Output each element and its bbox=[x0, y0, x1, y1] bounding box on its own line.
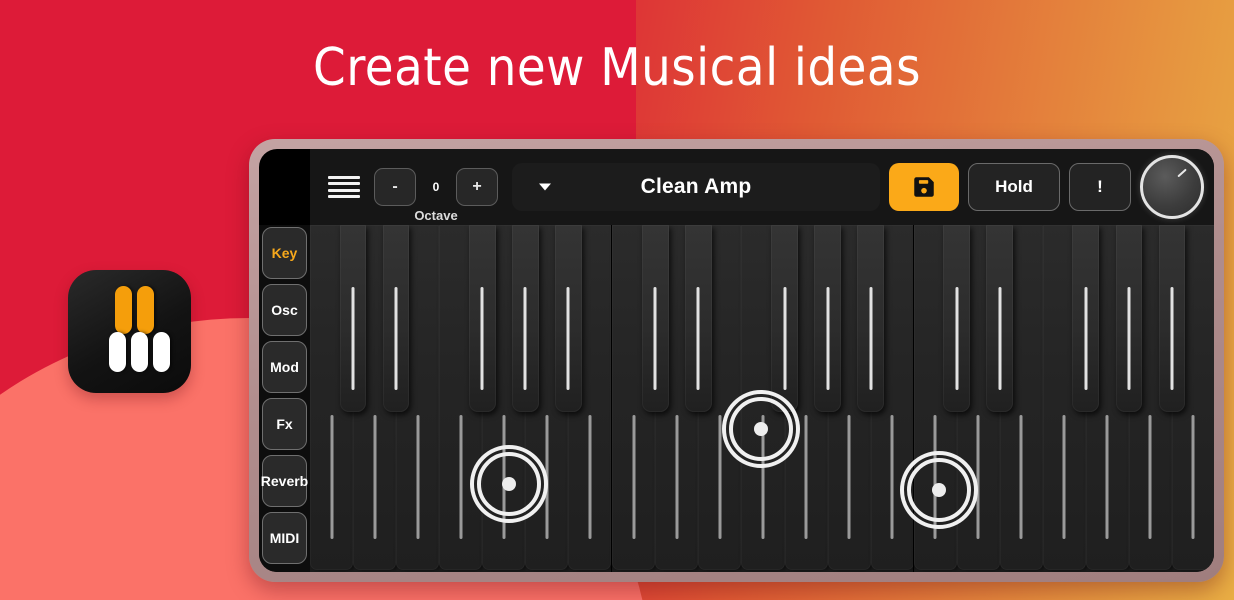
black-key[interactable] bbox=[382, 225, 410, 413]
section-sidebar: Key Osc Mod Fx Reverb MIDI bbox=[259, 225, 310, 572]
black-key[interactable] bbox=[1115, 225, 1143, 413]
save-button[interactable] bbox=[889, 163, 959, 211]
octave-decrement-button[interactable]: - bbox=[374, 168, 416, 206]
black-key[interactable] bbox=[1072, 225, 1100, 413]
key-line-marker bbox=[847, 414, 851, 539]
app-icon-orange-key-2 bbox=[137, 286, 154, 334]
sidebar-item-label: Mod bbox=[270, 359, 299, 375]
key-line-marker bbox=[1019, 414, 1023, 539]
key-line-marker bbox=[783, 286, 786, 390]
key-line-marker bbox=[545, 414, 549, 539]
promo-screenshot: Create new Musical ideas - 0 + Octave Cl… bbox=[0, 0, 1234, 600]
sidebar-item-reverb[interactable]: Reverb bbox=[260, 455, 309, 507]
sidebar-item-label: Osc bbox=[271, 302, 298, 318]
key-line-marker bbox=[588, 414, 592, 539]
key-line-marker bbox=[632, 414, 636, 539]
key-line-marker bbox=[761, 414, 765, 539]
key-line-marker bbox=[1170, 286, 1174, 390]
key-line-marker bbox=[373, 414, 377, 539]
key-line-marker bbox=[1191, 414, 1195, 539]
key-line-marker bbox=[1084, 286, 1088, 390]
black-key[interactable] bbox=[986, 225, 1014, 413]
preset-name: Clean Amp bbox=[640, 175, 752, 198]
key-line-marker bbox=[804, 414, 808, 539]
key-line-marker bbox=[933, 414, 937, 539]
key-line-marker bbox=[1105, 414, 1109, 539]
black-key[interactable] bbox=[511, 225, 539, 413]
app-icon-white-key-2 bbox=[131, 332, 148, 372]
octave-group bbox=[912, 225, 1214, 572]
black-key[interactable] bbox=[642, 225, 669, 413]
panic-button[interactable]: ! bbox=[1069, 163, 1131, 211]
key-line-marker bbox=[890, 414, 894, 539]
key-line-marker bbox=[459, 414, 463, 539]
app-icon-keys bbox=[68, 270, 191, 393]
knob-indicator-icon bbox=[1177, 168, 1187, 178]
key-line-marker bbox=[1148, 414, 1152, 539]
black-key[interactable] bbox=[339, 225, 367, 413]
black-key[interactable] bbox=[554, 225, 582, 413]
app-icon-orange-key-1 bbox=[115, 286, 132, 334]
octave-value: 0 bbox=[432, 180, 440, 194]
sidebar-item-label: Key bbox=[271, 245, 298, 261]
octave-group bbox=[310, 225, 612, 572]
floppy-disk-save-icon bbox=[914, 177, 934, 197]
key-line-marker bbox=[998, 286, 1002, 390]
key-line-marker bbox=[480, 286, 484, 390]
chevron-down-icon bbox=[539, 183, 551, 191]
black-key[interactable] bbox=[685, 225, 712, 413]
black-key[interactable] bbox=[771, 225, 798, 413]
key-line-marker bbox=[416, 414, 420, 539]
key-line-marker bbox=[955, 286, 959, 390]
octave-control: - 0 + Octave bbox=[374, 168, 498, 223]
key-line-marker bbox=[718, 414, 722, 539]
key-line-marker bbox=[1127, 286, 1131, 390]
device-screen: - 0 + Octave Clean Amp Hold ! Key Osc Mo… bbox=[259, 149, 1214, 572]
key-line-marker bbox=[675, 414, 679, 539]
black-key[interactable] bbox=[943, 225, 971, 413]
key-line-marker bbox=[1062, 414, 1066, 539]
black-key[interactable] bbox=[468, 225, 496, 413]
sidebar-item-midi[interactable]: MIDI bbox=[262, 512, 307, 564]
key-line-marker bbox=[869, 286, 873, 390]
octave-label: Octave bbox=[414, 208, 458, 223]
black-key[interactable] bbox=[814, 225, 841, 413]
app-icon-white-key-1 bbox=[109, 332, 126, 372]
sidebar-item-label: Fx bbox=[276, 416, 293, 432]
app-icon bbox=[68, 270, 191, 393]
black-key[interactable] bbox=[1158, 225, 1186, 413]
sidebar-item-label: Reverb bbox=[260, 473, 309, 489]
black-key[interactable] bbox=[857, 225, 884, 413]
octave-increment-button[interactable]: + bbox=[456, 168, 498, 206]
sidebar-item-osc[interactable]: Osc bbox=[262, 284, 307, 336]
app-icon-white-key-3 bbox=[153, 332, 170, 372]
key-line-marker bbox=[351, 286, 355, 390]
key-line-marker bbox=[826, 286, 830, 390]
key-line-marker bbox=[976, 414, 980, 539]
app-toolbar: - 0 + Octave Clean Amp Hold ! bbox=[310, 149, 1214, 225]
key-line-marker bbox=[394, 286, 398, 390]
key-line-marker bbox=[566, 286, 570, 390]
sidebar-item-key[interactable]: Key bbox=[262, 227, 307, 279]
device-frame: - 0 + Octave Clean Amp Hold ! Key Osc Mo… bbox=[249, 139, 1224, 582]
key-line-marker bbox=[502, 414, 506, 539]
sidebar-item-mod[interactable]: Mod bbox=[262, 341, 307, 393]
app-body: Key Osc Mod Fx Reverb MIDI bbox=[259, 225, 1214, 572]
preset-selector[interactable]: Clean Amp bbox=[512, 163, 880, 211]
key-line-marker bbox=[653, 286, 657, 390]
sidebar-item-fx[interactable]: Fx bbox=[262, 398, 307, 450]
octave-group bbox=[611, 225, 914, 572]
key-line-marker bbox=[330, 414, 334, 539]
page-title: Create new Musical ideas bbox=[313, 38, 921, 98]
hamburger-menu-icon[interactable] bbox=[328, 172, 360, 202]
sidebar-item-label: MIDI bbox=[269, 530, 300, 546]
piano-keyboard[interactable] bbox=[310, 225, 1214, 572]
key-line-marker bbox=[696, 286, 700, 390]
key-line-marker bbox=[523, 286, 527, 390]
master-knob[interactable] bbox=[1140, 155, 1204, 219]
hold-button[interactable]: Hold bbox=[968, 163, 1060, 211]
